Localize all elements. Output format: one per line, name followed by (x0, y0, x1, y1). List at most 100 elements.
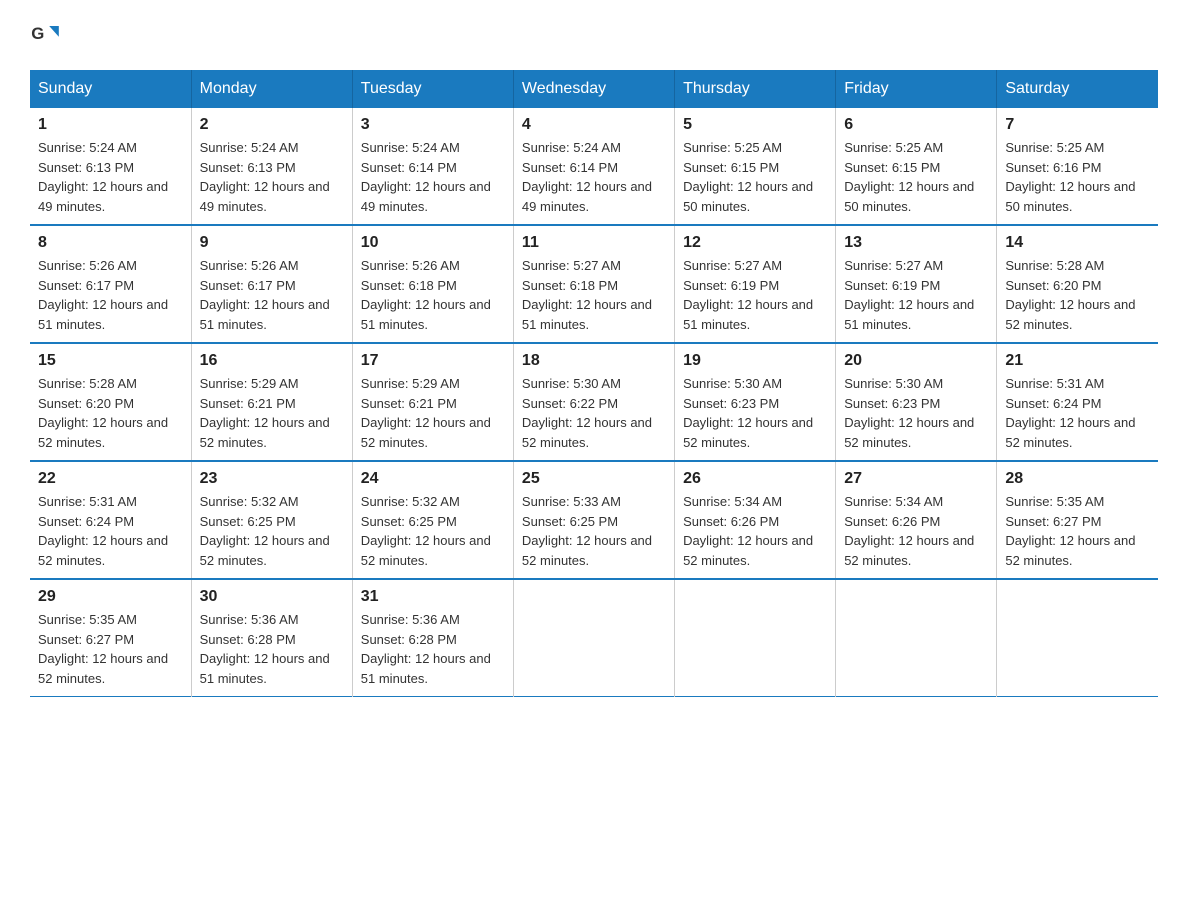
calendar-cell: 1 Sunrise: 5:24 AMSunset: 6:13 PMDayligh… (30, 108, 191, 225)
calendar-cell: 31 Sunrise: 5:36 AMSunset: 6:28 PMDaylig… (352, 579, 513, 697)
calendar-cell (997, 579, 1158, 697)
day-info: Sunrise: 5:25 AMSunset: 6:15 PMDaylight:… (844, 138, 988, 216)
calendar-cell: 13 Sunrise: 5:27 AMSunset: 6:19 PMDaylig… (836, 225, 997, 343)
calendar-week-row: 29 Sunrise: 5:35 AMSunset: 6:27 PMDaylig… (30, 579, 1158, 697)
day-number: 25 (522, 470, 666, 488)
day-info: Sunrise: 5:24 AMSunset: 6:13 PMDaylight:… (38, 138, 183, 216)
calendar-cell: 28 Sunrise: 5:35 AMSunset: 6:27 PMDaylig… (997, 461, 1158, 579)
calendar-cell (513, 579, 674, 697)
day-number: 11 (522, 234, 666, 252)
day-number: 17 (361, 352, 505, 370)
calendar-cell: 14 Sunrise: 5:28 AMSunset: 6:20 PMDaylig… (997, 225, 1158, 343)
day-info: Sunrise: 5:33 AMSunset: 6:25 PMDaylight:… (522, 492, 666, 570)
day-info: Sunrise: 5:29 AMSunset: 6:21 PMDaylight:… (361, 374, 505, 452)
day-info: Sunrise: 5:27 AMSunset: 6:18 PMDaylight:… (522, 256, 666, 334)
calendar-cell: 8 Sunrise: 5:26 AMSunset: 6:17 PMDayligh… (30, 225, 191, 343)
day-info: Sunrise: 5:36 AMSunset: 6:28 PMDaylight:… (361, 610, 505, 688)
day-number: 18 (522, 352, 666, 370)
calendar-week-row: 15 Sunrise: 5:28 AMSunset: 6:20 PMDaylig… (30, 343, 1158, 461)
calendar-cell: 9 Sunrise: 5:26 AMSunset: 6:17 PMDayligh… (191, 225, 352, 343)
calendar-week-row: 1 Sunrise: 5:24 AMSunset: 6:13 PMDayligh… (30, 108, 1158, 225)
day-number: 30 (200, 588, 344, 606)
calendar-cell: 23 Sunrise: 5:32 AMSunset: 6:25 PMDaylig… (191, 461, 352, 579)
day-number: 12 (683, 234, 827, 252)
logo: G (30, 20, 66, 50)
day-info: Sunrise: 5:25 AMSunset: 6:15 PMDaylight:… (683, 138, 827, 216)
calendar-cell: 20 Sunrise: 5:30 AMSunset: 6:23 PMDaylig… (836, 343, 997, 461)
day-info: Sunrise: 5:34 AMSunset: 6:26 PMDaylight:… (844, 492, 988, 570)
calendar-cell: 26 Sunrise: 5:34 AMSunset: 6:26 PMDaylig… (675, 461, 836, 579)
header-saturday: Saturday (997, 70, 1158, 108)
day-number: 8 (38, 234, 183, 252)
day-number: 9 (200, 234, 344, 252)
day-info: Sunrise: 5:24 AMSunset: 6:13 PMDaylight:… (200, 138, 344, 216)
header-thursday: Thursday (675, 70, 836, 108)
day-info: Sunrise: 5:26 AMSunset: 6:17 PMDaylight:… (38, 256, 183, 334)
day-number: 15 (38, 352, 183, 370)
calendar-cell: 29 Sunrise: 5:35 AMSunset: 6:27 PMDaylig… (30, 579, 191, 697)
day-info: Sunrise: 5:32 AMSunset: 6:25 PMDaylight:… (200, 492, 344, 570)
calendar-cell: 24 Sunrise: 5:32 AMSunset: 6:25 PMDaylig… (352, 461, 513, 579)
day-number: 4 (522, 116, 666, 134)
day-info: Sunrise: 5:30 AMSunset: 6:23 PMDaylight:… (844, 374, 988, 452)
calendar-cell: 18 Sunrise: 5:30 AMSunset: 6:22 PMDaylig… (513, 343, 674, 461)
calendar-cell: 4 Sunrise: 5:24 AMSunset: 6:14 PMDayligh… (513, 108, 674, 225)
day-number: 19 (683, 352, 827, 370)
calendar-week-row: 22 Sunrise: 5:31 AMSunset: 6:24 PMDaylig… (30, 461, 1158, 579)
header-sunday: Sunday (30, 70, 191, 108)
calendar-cell: 3 Sunrise: 5:24 AMSunset: 6:14 PMDayligh… (352, 108, 513, 225)
page-header: G (30, 20, 1158, 50)
calendar-cell: 10 Sunrise: 5:26 AMSunset: 6:18 PMDaylig… (352, 225, 513, 343)
day-number: 21 (1005, 352, 1150, 370)
calendar-cell (675, 579, 836, 697)
day-info: Sunrise: 5:30 AMSunset: 6:22 PMDaylight:… (522, 374, 666, 452)
header-tuesday: Tuesday (352, 70, 513, 108)
day-number: 13 (844, 234, 988, 252)
day-number: 3 (361, 116, 505, 134)
calendar-cell: 11 Sunrise: 5:27 AMSunset: 6:18 PMDaylig… (513, 225, 674, 343)
header-monday: Monday (191, 70, 352, 108)
calendar-cell: 12 Sunrise: 5:27 AMSunset: 6:19 PMDaylig… (675, 225, 836, 343)
day-number: 28 (1005, 470, 1150, 488)
day-info: Sunrise: 5:24 AMSunset: 6:14 PMDaylight:… (522, 138, 666, 216)
logo-icon: G (30, 20, 60, 50)
day-info: Sunrise: 5:27 AMSunset: 6:19 PMDaylight:… (683, 256, 827, 334)
calendar-cell: 19 Sunrise: 5:30 AMSunset: 6:23 PMDaylig… (675, 343, 836, 461)
day-info: Sunrise: 5:25 AMSunset: 6:16 PMDaylight:… (1005, 138, 1150, 216)
calendar-cell: 25 Sunrise: 5:33 AMSunset: 6:25 PMDaylig… (513, 461, 674, 579)
day-number: 1 (38, 116, 183, 134)
day-info: Sunrise: 5:28 AMSunset: 6:20 PMDaylight:… (1005, 256, 1150, 334)
day-info: Sunrise: 5:36 AMSunset: 6:28 PMDaylight:… (200, 610, 344, 688)
calendar-cell: 2 Sunrise: 5:24 AMSunset: 6:13 PMDayligh… (191, 108, 352, 225)
calendar-cell: 7 Sunrise: 5:25 AMSunset: 6:16 PMDayligh… (997, 108, 1158, 225)
svg-text:G: G (31, 24, 44, 43)
day-info: Sunrise: 5:30 AMSunset: 6:23 PMDaylight:… (683, 374, 827, 452)
calendar-cell: 6 Sunrise: 5:25 AMSunset: 6:15 PMDayligh… (836, 108, 997, 225)
day-number: 23 (200, 470, 344, 488)
day-info: Sunrise: 5:31 AMSunset: 6:24 PMDaylight:… (1005, 374, 1150, 452)
day-number: 24 (361, 470, 505, 488)
calendar-cell: 17 Sunrise: 5:29 AMSunset: 6:21 PMDaylig… (352, 343, 513, 461)
calendar-cell: 16 Sunrise: 5:29 AMSunset: 6:21 PMDaylig… (191, 343, 352, 461)
day-info: Sunrise: 5:24 AMSunset: 6:14 PMDaylight:… (361, 138, 505, 216)
day-info: Sunrise: 5:31 AMSunset: 6:24 PMDaylight:… (38, 492, 183, 570)
day-number: 6 (844, 116, 988, 134)
day-number: 26 (683, 470, 827, 488)
calendar-week-row: 8 Sunrise: 5:26 AMSunset: 6:17 PMDayligh… (30, 225, 1158, 343)
day-info: Sunrise: 5:34 AMSunset: 6:26 PMDaylight:… (683, 492, 827, 570)
calendar-cell: 15 Sunrise: 5:28 AMSunset: 6:20 PMDaylig… (30, 343, 191, 461)
calendar-cell: 27 Sunrise: 5:34 AMSunset: 6:26 PMDaylig… (836, 461, 997, 579)
day-info: Sunrise: 5:27 AMSunset: 6:19 PMDaylight:… (844, 256, 988, 334)
day-number: 5 (683, 116, 827, 134)
day-info: Sunrise: 5:32 AMSunset: 6:25 PMDaylight:… (361, 492, 505, 570)
day-info: Sunrise: 5:26 AMSunset: 6:18 PMDaylight:… (361, 256, 505, 334)
day-number: 31 (361, 588, 505, 606)
day-info: Sunrise: 5:35 AMSunset: 6:27 PMDaylight:… (1005, 492, 1150, 570)
day-number: 22 (38, 470, 183, 488)
day-number: 7 (1005, 116, 1150, 134)
calendar-cell: 22 Sunrise: 5:31 AMSunset: 6:24 PMDaylig… (30, 461, 191, 579)
day-info: Sunrise: 5:35 AMSunset: 6:27 PMDaylight:… (38, 610, 183, 688)
header-wednesday: Wednesday (513, 70, 674, 108)
day-number: 20 (844, 352, 988, 370)
day-number: 27 (844, 470, 988, 488)
